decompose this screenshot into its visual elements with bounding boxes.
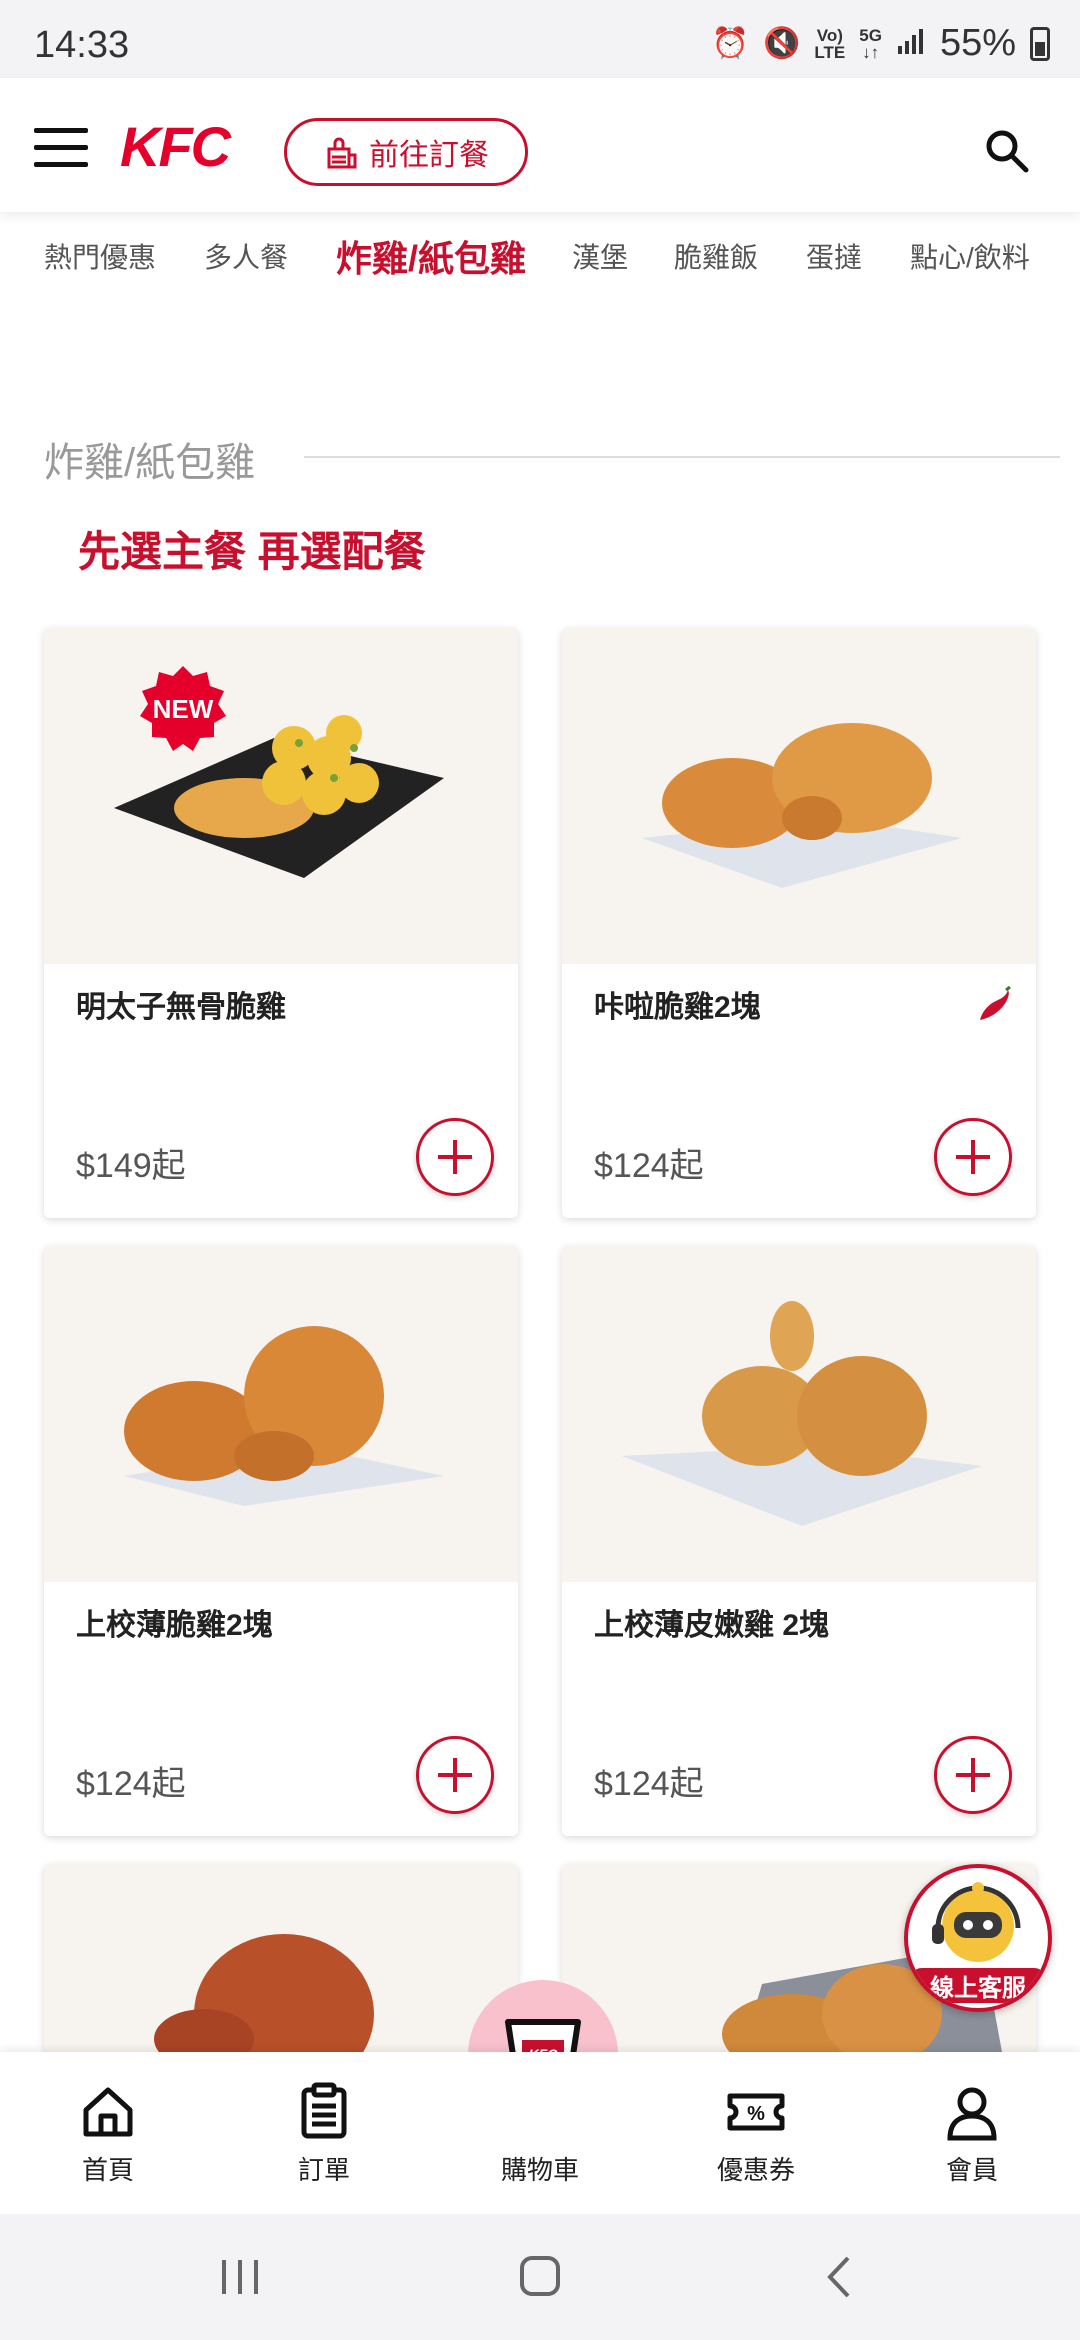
nav-member-label: 會員 xyxy=(945,2155,998,2185)
tab-hot-deals[interactable]: 熱門優惠 xyxy=(44,236,156,276)
product-card[interactable]: 咔啦脆雞2塊 $124起 xyxy=(562,628,1036,1218)
product-card[interactable]: NEW 明太子無骨脆雞 $149起 xyxy=(44,628,518,1218)
mute-icon: 🔇 xyxy=(763,27,801,60)
volte-indicator: Vo) LTE xyxy=(814,27,845,61)
network-type-bottom: ↓↑ xyxy=(862,42,880,62)
product-image xyxy=(562,1246,1036,1582)
product-card[interactable]: 上校薄皮嫩雞 2塊 $124起 xyxy=(562,1246,1036,1836)
section-divider xyxy=(304,456,1060,458)
alarm-icon: ⏰ xyxy=(711,27,750,60)
search-button[interactable] xyxy=(982,126,1032,176)
product-card[interactable] xyxy=(44,1864,518,2052)
battery-percent: 55% xyxy=(939,22,1016,64)
network-type-indicator: 5G ↓↑ xyxy=(859,27,882,61)
product-price: $124起 xyxy=(594,1765,704,1803)
signal-icon xyxy=(896,26,926,61)
menu-button[interactable] xyxy=(34,128,88,168)
section-title: 炸雞/紙包雞 xyxy=(44,441,256,485)
product-price: $124起 xyxy=(76,1765,186,1803)
volte-bottom: LTE xyxy=(814,42,846,62)
nav-cart[interactable]: 購物車 xyxy=(460,2052,620,2214)
home-square-icon xyxy=(520,2256,560,2296)
product-name: 明太子無骨脆雞 xyxy=(76,991,286,1024)
product-image xyxy=(562,628,1036,964)
tab-chicken-rice[interactable]: 脆雞飯 xyxy=(674,236,758,276)
app-header: KFC 前往訂餐 xyxy=(0,78,1080,212)
nav-coupons[interactable]: % 優惠券 xyxy=(676,2052,836,2214)
add-to-cart-button[interactable] xyxy=(934,1118,1012,1196)
nav-orders-label: 訂單 xyxy=(297,2155,350,2185)
tab-fried-chicken[interactable]: 炸雞/紙包雞 xyxy=(336,230,526,282)
coupon-icon: % xyxy=(727,2093,785,2131)
nav-orders[interactable]: 訂單 xyxy=(244,2052,404,2214)
promo-text: 先選主餐 再選配餐 xyxy=(78,528,426,575)
volte-top: Vo) xyxy=(816,25,843,45)
svg-text:%: % xyxy=(747,2103,765,2125)
product-name: 上校薄皮嫩雞 2塊 xyxy=(594,1609,830,1642)
product-price: $149起 xyxy=(76,1147,186,1185)
nav-coupons-label: 優惠券 xyxy=(716,2155,795,2185)
recent-apps-button[interactable] xyxy=(200,2244,280,2310)
nav-member[interactable]: 會員 xyxy=(892,2052,1052,2214)
back-button[interactable] xyxy=(800,2244,880,2310)
add-to-cart-button[interactable] xyxy=(934,1736,1012,1814)
order-list-icon xyxy=(301,2082,347,2139)
add-to-cart-button[interactable] xyxy=(416,1736,494,1814)
back-chevron-icon xyxy=(827,2256,850,2298)
nav-home[interactable]: 首頁 xyxy=(28,2052,188,2214)
product-image: NEW xyxy=(44,628,518,964)
status-time: 14:33 xyxy=(34,24,130,66)
new-badge: NEW xyxy=(138,664,228,754)
add-to-cart-button[interactable] xyxy=(416,1118,494,1196)
search-icon xyxy=(986,130,1029,173)
product-card[interactable]: 上校薄脆雞2塊 $124起 xyxy=(44,1246,518,1836)
go-order-label: 前往訂餐 xyxy=(369,139,489,172)
tab-group-meal[interactable]: 多人餐 xyxy=(204,236,288,276)
kfc-logo[interactable]: KFC xyxy=(120,114,231,179)
menu-icon-line xyxy=(34,145,88,150)
customer-service-label: 線上客服 xyxy=(908,1968,1048,2003)
product-name: 上校薄脆雞2塊 xyxy=(76,1609,273,1642)
network-type-top: 5G xyxy=(859,25,882,45)
home-system-button[interactable] xyxy=(500,2244,580,2310)
product-image xyxy=(44,1246,518,1582)
battery-icon xyxy=(1030,26,1050,61)
system-navigation-bar xyxy=(0,2214,1080,2340)
tab-burger[interactable]: 漢堡 xyxy=(572,236,628,276)
go-order-button[interactable]: 前往訂餐 xyxy=(284,118,528,186)
home-icon xyxy=(83,2087,133,2137)
nav-home-label: 首頁 xyxy=(81,2155,134,2185)
tab-egg-tart[interactable]: 蛋撻 xyxy=(806,236,862,276)
nav-cart-label: 購物車 xyxy=(500,2155,579,2185)
spicy-chili-icon xyxy=(980,986,1011,1020)
recent-apps-icon xyxy=(222,2260,258,2294)
product-name: 咔啦脆雞2塊 xyxy=(594,991,761,1024)
status-bar: 14:33 ⏰ 🔇 Vo) LTE 5G ↓↑ 55% xyxy=(0,0,1080,78)
tab-snacks-drinks[interactable]: 點心/飲料 xyxy=(910,236,1030,276)
category-tabs: 熱門優惠 多人餐 炸雞/紙包雞 漢堡 脆雞飯 蛋撻 點心/飲料 xyxy=(0,236,1080,296)
menu-icon-line xyxy=(34,128,88,133)
user-icon xyxy=(947,2087,997,2141)
bottom-navigation: 首頁 訂單 購物車 % 優惠券 會員 xyxy=(0,2052,1080,2214)
product-image xyxy=(44,1864,518,2052)
product-price: $124起 xyxy=(594,1147,704,1185)
order-bag-icon xyxy=(323,133,361,171)
new-badge-text: NEW xyxy=(152,694,214,724)
menu-icon-line xyxy=(34,162,88,167)
status-icons: ⏰ 🔇 Vo) LTE 5G ↓↑ 55% xyxy=(712,22,1050,65)
online-customer-service-button[interactable]: 線上客服 xyxy=(904,1864,1052,2012)
